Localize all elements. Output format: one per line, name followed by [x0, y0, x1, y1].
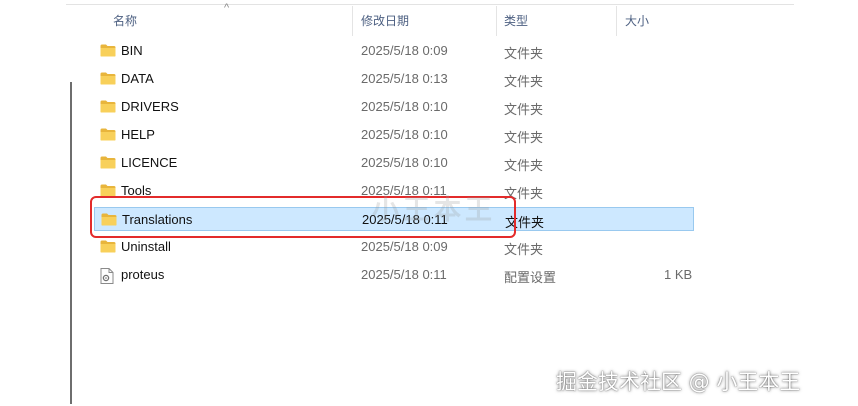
file-size: 1 KB [664, 267, 693, 282]
file-row[interactable]: DRIVERS 2025/5/18 0:10 文件夹 [94, 95, 694, 119]
file-type: 文件夹 [504, 130, 544, 145]
sort-ascending-icon: ^ [224, 2, 230, 14]
file-modified-date: 2025/5/18 0:10 [361, 155, 448, 170]
file-row[interactable]: DATA 2025/5/18 0:13 文件夹 [94, 67, 694, 91]
column-header-type[interactable]: 类型 [504, 12, 528, 29]
file-name: LICENCE [121, 155, 178, 170]
folder-icon [100, 240, 116, 253]
watermark: 掘金技术社区 @ 小王本王 [556, 370, 801, 394]
file-name: Uninstall [121, 239, 171, 254]
column-separator[interactable] [496, 6, 497, 36]
folder-icon [100, 72, 116, 85]
file-modified-date: 2025/5/18 0:13 [361, 71, 448, 86]
file-type: 文件夹 [504, 102, 544, 117]
file-type: 文件夹 [504, 158, 544, 173]
folder-icon [100, 128, 116, 141]
column-header-name[interactable]: 名称 [113, 12, 137, 29]
file-row[interactable]: LICENCE 2025/5/18 0:10 文件夹 [94, 151, 694, 175]
left-edge-line [70, 82, 72, 404]
top-divider [66, 4, 794, 5]
column-header-bar: ^ 名称 修改日期 类型 大小 [0, 2, 858, 36]
file-modified-date: 2025/5/18 0:10 [361, 99, 448, 114]
config-file-icon [100, 268, 116, 284]
folder-icon [100, 156, 116, 169]
file-type: 文件夹 [504, 242, 544, 257]
file-name: DRIVERS [121, 99, 179, 114]
column-header-size[interactable]: 大小 [625, 12, 649, 29]
file-modified-date: 2025/5/18 0:11 [361, 267, 447, 282]
column-header-modified[interactable]: 修改日期 [361, 12, 409, 29]
file-name: proteus [121, 267, 165, 282]
column-separator[interactable] [352, 6, 353, 36]
file-type: 文件夹 [504, 74, 544, 89]
folder-icon [100, 100, 116, 113]
file-name: DATA [121, 71, 154, 86]
file-type: 文件夹 [504, 46, 544, 61]
file-modified-date: 2025/5/18 0:09 [361, 43, 448, 58]
file-row[interactable]: Uninstall 2025/5/18 0:09 文件夹 [94, 235, 694, 259]
file-row[interactable]: proteus 2025/5/18 0:11 配置设置 1 KB [94, 263, 694, 287]
column-separator[interactable] [616, 6, 617, 36]
file-row[interactable]: BIN 2025/5/18 0:09 文件夹 [94, 39, 694, 63]
watermark-center: 小王本王 [372, 195, 496, 226]
file-modified-date: 2025/5/18 0:10 [361, 127, 448, 142]
file-name: HELP [121, 127, 155, 142]
file-name: BIN [121, 43, 143, 58]
file-row[interactable]: HELP 2025/5/18 0:10 文件夹 [94, 123, 694, 147]
file-type: 配置设置 [504, 270, 557, 285]
file-modified-date: 2025/5/18 0:09 [361, 239, 448, 254]
folder-icon [100, 44, 116, 57]
